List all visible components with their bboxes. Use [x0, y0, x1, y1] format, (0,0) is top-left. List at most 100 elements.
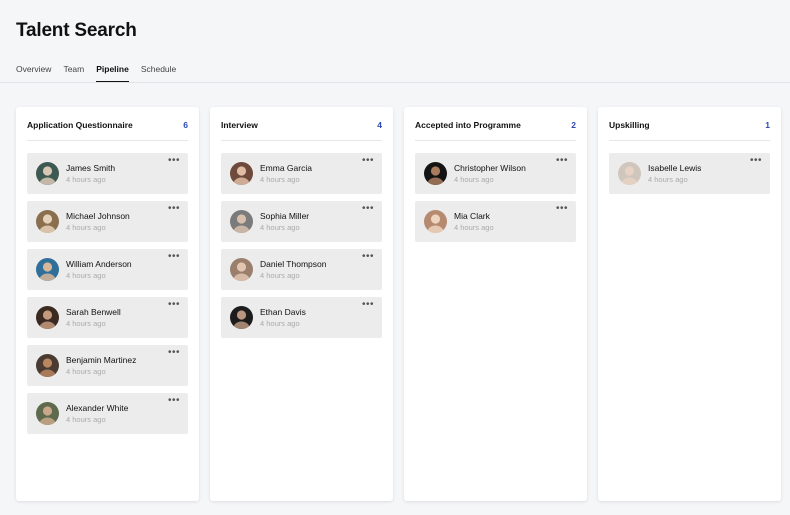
more-options-icon[interactable]: •••: [362, 156, 374, 166]
pipeline-board: Application Questionnaire 6 James Smith 4 h…: [16, 107, 781, 501]
candidate-name: William Anderson: [66, 258, 132, 269]
avatar: [36, 306, 59, 329]
column-count-badge: 6: [183, 119, 188, 130]
column-count-badge: 4: [377, 119, 382, 130]
column-header: Upskilling 1: [609, 107, 770, 141]
more-options-icon[interactable]: •••: [362, 204, 374, 214]
more-options-icon[interactable]: •••: [750, 156, 762, 166]
candidate-name: Sarah Benwell: [66, 306, 121, 317]
candidate-name: Isabelle Lewis: [648, 162, 702, 173]
candidate-card[interactable]: Benjamin Martinez 4 hours ago •••: [27, 345, 188, 386]
avatar: [36, 354, 59, 377]
candidate-timestamp: 4 hours ago: [66, 174, 106, 184]
candidate-timestamp: 4 hours ago: [260, 174, 300, 184]
candidate-name: Michael Johnson: [66, 210, 130, 221]
column-title: Application Questionnaire: [27, 119, 133, 130]
candidate-info: William Anderson 4 hours ago: [66, 259, 132, 281]
candidate-timestamp: 4 hours ago: [454, 174, 494, 184]
column-title: Upskilling: [609, 119, 650, 130]
candidate-card[interactable]: Sarah Benwell 4 hours ago •••: [27, 297, 188, 338]
more-options-icon[interactable]: •••: [362, 252, 374, 262]
avatar: [230, 162, 253, 185]
candidate-info: Alexander White 4 hours ago: [66, 403, 128, 425]
pipeline-column: Application Questionnaire 6 James Smith 4 h…: [16, 107, 199, 501]
candidate-name: Emma Garcia: [260, 162, 312, 173]
candidate-timestamp: 4 hours ago: [66, 270, 106, 280]
more-options-icon[interactable]: •••: [556, 204, 568, 214]
candidate-timestamp: 4 hours ago: [260, 270, 300, 280]
candidate-card[interactable]: Alexander White 4 hours ago •••: [27, 393, 188, 434]
candidate-info: Isabelle Lewis 4 hours ago: [648, 163, 701, 185]
avatar: [424, 210, 447, 233]
candidate-info: Sophia Miller 4 hours ago: [260, 211, 309, 233]
page-title: Talent Search: [16, 20, 137, 41]
candidate-card[interactable]: Christopher Wilson 4 hours ago •••: [415, 153, 576, 194]
more-options-icon[interactable]: •••: [168, 396, 180, 406]
more-options-icon[interactable]: •••: [168, 252, 180, 262]
column-title: Interview: [221, 119, 258, 130]
candidate-name: Alexander White: [66, 402, 129, 413]
more-options-icon[interactable]: •••: [168, 348, 180, 358]
candidate-name: Mia Clark: [454, 210, 490, 221]
candidate-card[interactable]: Michael Johnson 4 hours ago •••: [27, 201, 188, 242]
pipeline-column: Upskilling 1 Isabelle Lewis 4 hours ago •••: [598, 107, 781, 501]
avatar: [424, 162, 447, 185]
candidate-timestamp: 4 hours ago: [66, 366, 106, 376]
column-count-badge: 2: [571, 119, 576, 130]
candidate-name: James Smith: [66, 162, 116, 173]
avatar: [36, 402, 59, 425]
candidate-info: Daniel Thompson 4 hours ago: [260, 259, 326, 281]
more-options-icon[interactable]: •••: [168, 300, 180, 310]
candidate-timestamp: 4 hours ago: [66, 222, 106, 232]
avatar: [36, 210, 59, 233]
candidate-card[interactable]: Ethan Davis 4 hours ago •••: [221, 297, 382, 338]
more-options-icon[interactable]: •••: [168, 156, 180, 166]
candidate-card[interactable]: James Smith 4 hours ago •••: [27, 153, 188, 194]
candidate-name: Daniel Thompson: [260, 258, 327, 269]
candidate-info: Emma Garcia 4 hours ago: [260, 163, 312, 185]
tab-schedule[interactable]: Schedule: [141, 64, 176, 82]
candidate-card[interactable]: Isabelle Lewis 4 hours ago •••: [609, 153, 770, 194]
avatar: [36, 258, 59, 281]
candidate-info: Mia Clark 4 hours ago: [454, 211, 494, 233]
tabs-divider: [0, 82, 790, 83]
candidate-card[interactable]: Emma Garcia 4 hours ago •••: [221, 153, 382, 194]
avatar: [36, 162, 59, 185]
candidate-timestamp: 4 hours ago: [454, 222, 494, 232]
candidate-info: Ethan Davis 4 hours ago: [260, 307, 306, 329]
avatar: [618, 162, 641, 185]
column-title: Accepted into Programme: [415, 119, 521, 130]
candidate-name: Christopher Wilson: [454, 162, 526, 173]
candidate-timestamp: 4 hours ago: [66, 318, 106, 328]
candidate-card[interactable]: William Anderson 4 hours ago •••: [27, 249, 188, 290]
avatar: [230, 306, 253, 329]
more-options-icon[interactable]: •••: [362, 300, 374, 310]
column-header: Application Questionnaire 6: [27, 107, 188, 141]
candidate-timestamp: 4 hours ago: [648, 174, 688, 184]
more-options-icon[interactable]: •••: [556, 156, 568, 166]
candidate-info: Christopher Wilson 4 hours ago: [454, 163, 526, 185]
candidate-card[interactable]: Daniel Thompson 4 hours ago •••: [221, 249, 382, 290]
column-count-badge: 1: [765, 119, 770, 130]
talent-search-page: Talent Search Overview Team Pipeline Sch…: [0, 0, 790, 515]
candidate-timestamp: 4 hours ago: [260, 222, 300, 232]
candidate-card[interactable]: Sophia Miller 4 hours ago •••: [221, 201, 382, 242]
candidate-name: Ethan Davis: [260, 306, 306, 317]
candidate-timestamp: 4 hours ago: [66, 414, 106, 424]
candidate-info: Benjamin Martinez 4 hours ago: [66, 355, 136, 377]
tab-pipeline[interactable]: Pipeline: [96, 64, 129, 83]
candidate-card[interactable]: Mia Clark 4 hours ago •••: [415, 201, 576, 242]
more-options-icon[interactable]: •••: [168, 204, 180, 214]
avatar: [230, 258, 253, 281]
tab-team[interactable]: Team: [63, 64, 84, 82]
tab-overview[interactable]: Overview: [16, 64, 51, 82]
candidate-info: Michael Johnson 4 hours ago: [66, 211, 130, 233]
candidate-info: James Smith 4 hours ago: [66, 163, 115, 185]
candidate-timestamp: 4 hours ago: [260, 318, 300, 328]
candidate-name: Benjamin Martinez: [66, 354, 137, 365]
candidate-name: Sophia Miller: [260, 210, 310, 221]
avatar: [230, 210, 253, 233]
column-header: Accepted into Programme 2: [415, 107, 576, 141]
pipeline-column: Interview 4 Emma Garcia 4 hours ago ••• Sophi…: [210, 107, 393, 501]
tab-bar: Overview Team Pipeline Schedule: [16, 64, 176, 83]
